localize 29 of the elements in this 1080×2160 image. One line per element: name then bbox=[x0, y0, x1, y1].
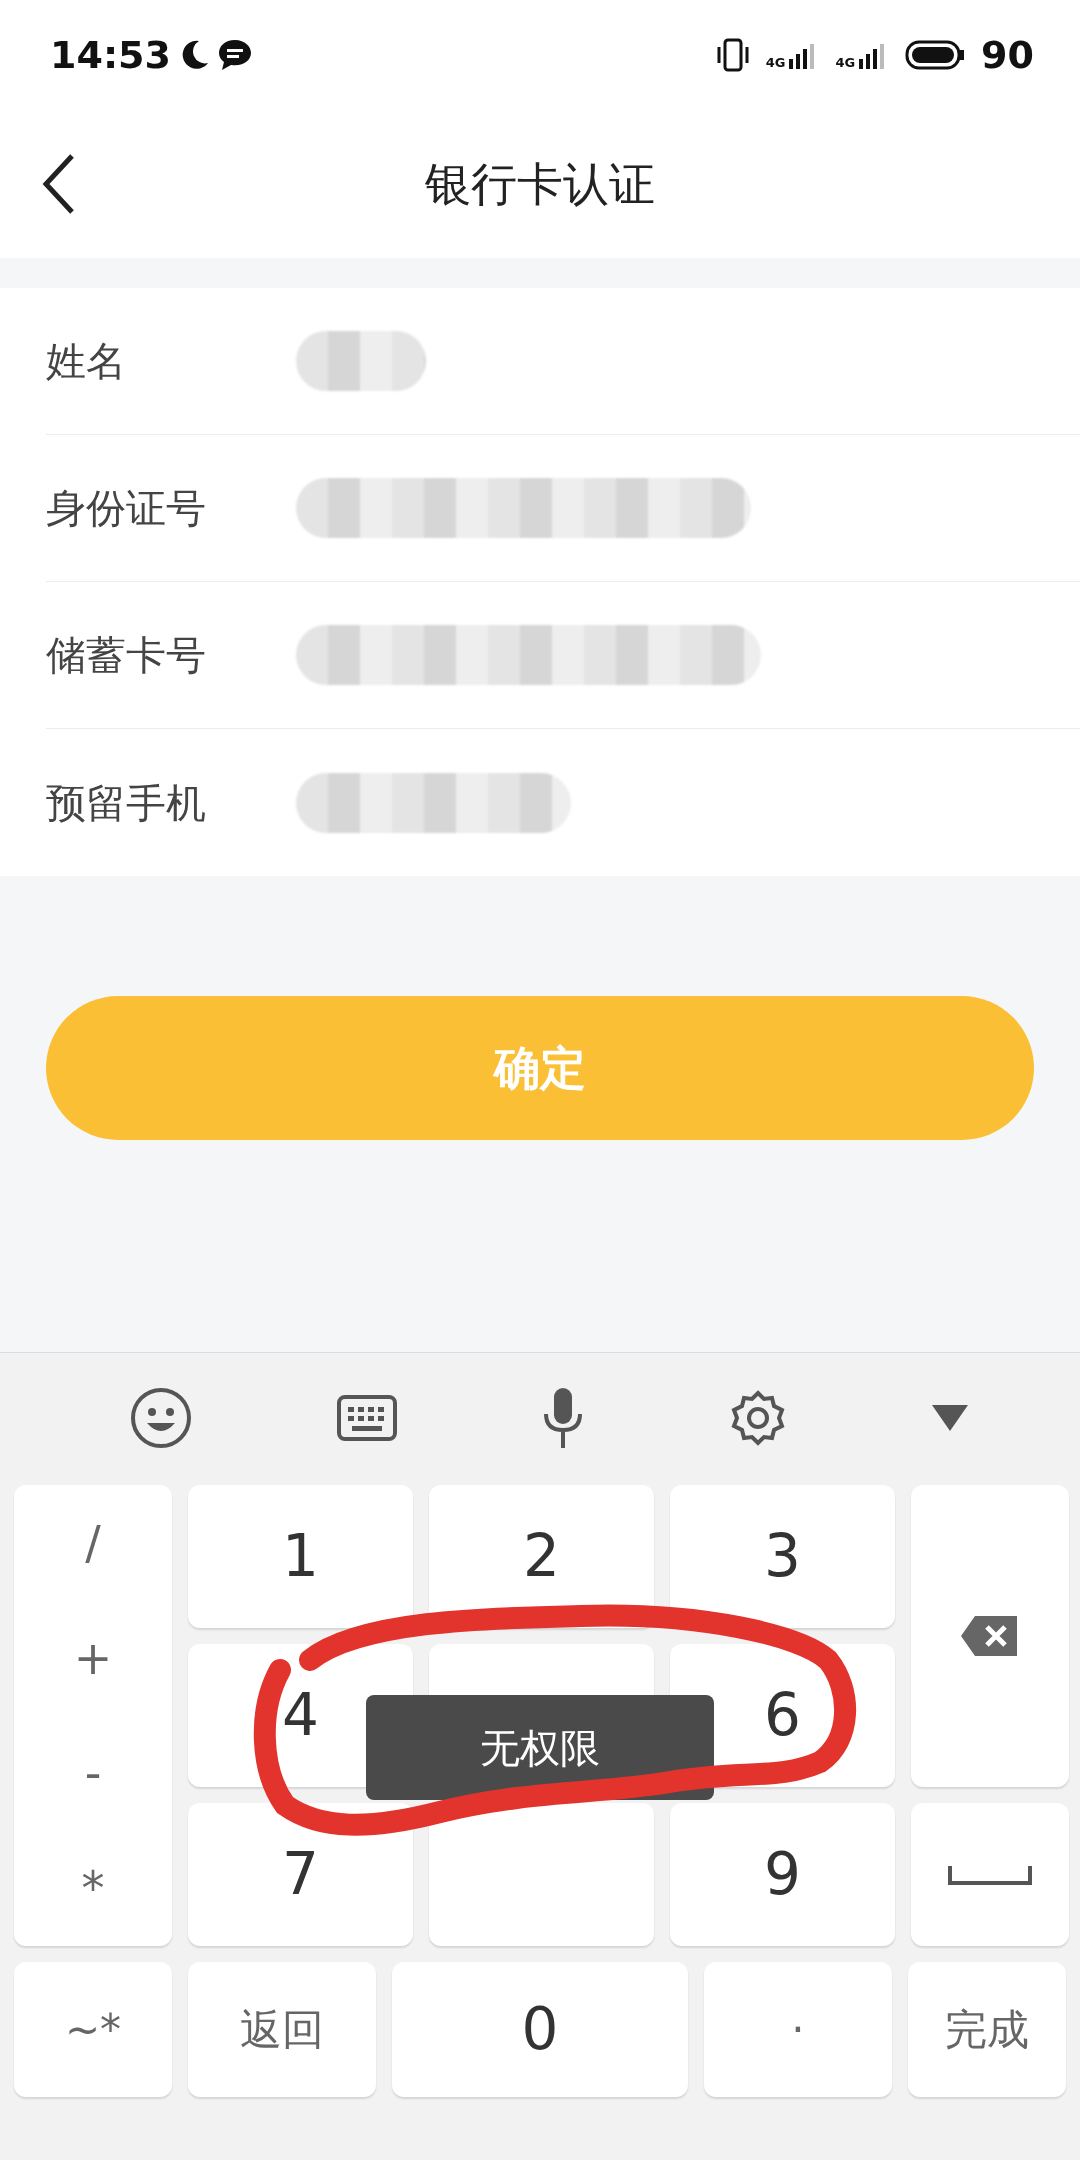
status-time: 14:53 bbox=[50, 31, 171, 79]
network-type-label: 4G bbox=[765, 56, 786, 69]
vibrate-icon bbox=[715, 37, 750, 73]
field-label: 姓名 bbox=[46, 337, 127, 386]
keypad-key[interactable] bbox=[429, 1803, 654, 1946]
digit-key[interactable]: 7 bbox=[188, 1803, 413, 1946]
backspace-key[interactable] bbox=[911, 1485, 1069, 1787]
symbol-key[interactable]: / + - * bbox=[14, 1485, 172, 1946]
digit-key[interactable]: 9 bbox=[670, 1803, 895, 1946]
battery-level: 90 bbox=[981, 31, 1034, 79]
back-key[interactable]: 返回 bbox=[188, 1962, 376, 2097]
page-title: 银行卡认证 bbox=[425, 155, 655, 213]
symbols-key[interactable]: ~* bbox=[14, 1962, 172, 2097]
done-key[interactable]: 完成 bbox=[908, 1962, 1066, 2097]
digit-key[interactable]: 1 bbox=[188, 1485, 413, 1628]
digit-key[interactable]: 3 bbox=[670, 1485, 895, 1628]
field-label: 身份证号 bbox=[46, 484, 207, 533]
dot-key[interactable]: · bbox=[704, 1962, 892, 2097]
chat-icon bbox=[216, 38, 253, 72]
field-label: 储蓄卡号 bbox=[46, 631, 207, 680]
space-key[interactable] bbox=[911, 1803, 1069, 1946]
field-label: 预留手机 bbox=[46, 778, 207, 828]
microphone-icon[interactable] bbox=[541, 1386, 585, 1450]
network-type-label: 4G bbox=[835, 56, 856, 69]
battery-icon bbox=[905, 40, 966, 70]
keyboard-icon[interactable] bbox=[335, 1394, 398, 1442]
triangle-down-icon[interactable] bbox=[930, 1403, 970, 1433]
digit-key[interactable]: 0 bbox=[392, 1962, 688, 2097]
smiley-icon[interactable] bbox=[130, 1387, 192, 1449]
